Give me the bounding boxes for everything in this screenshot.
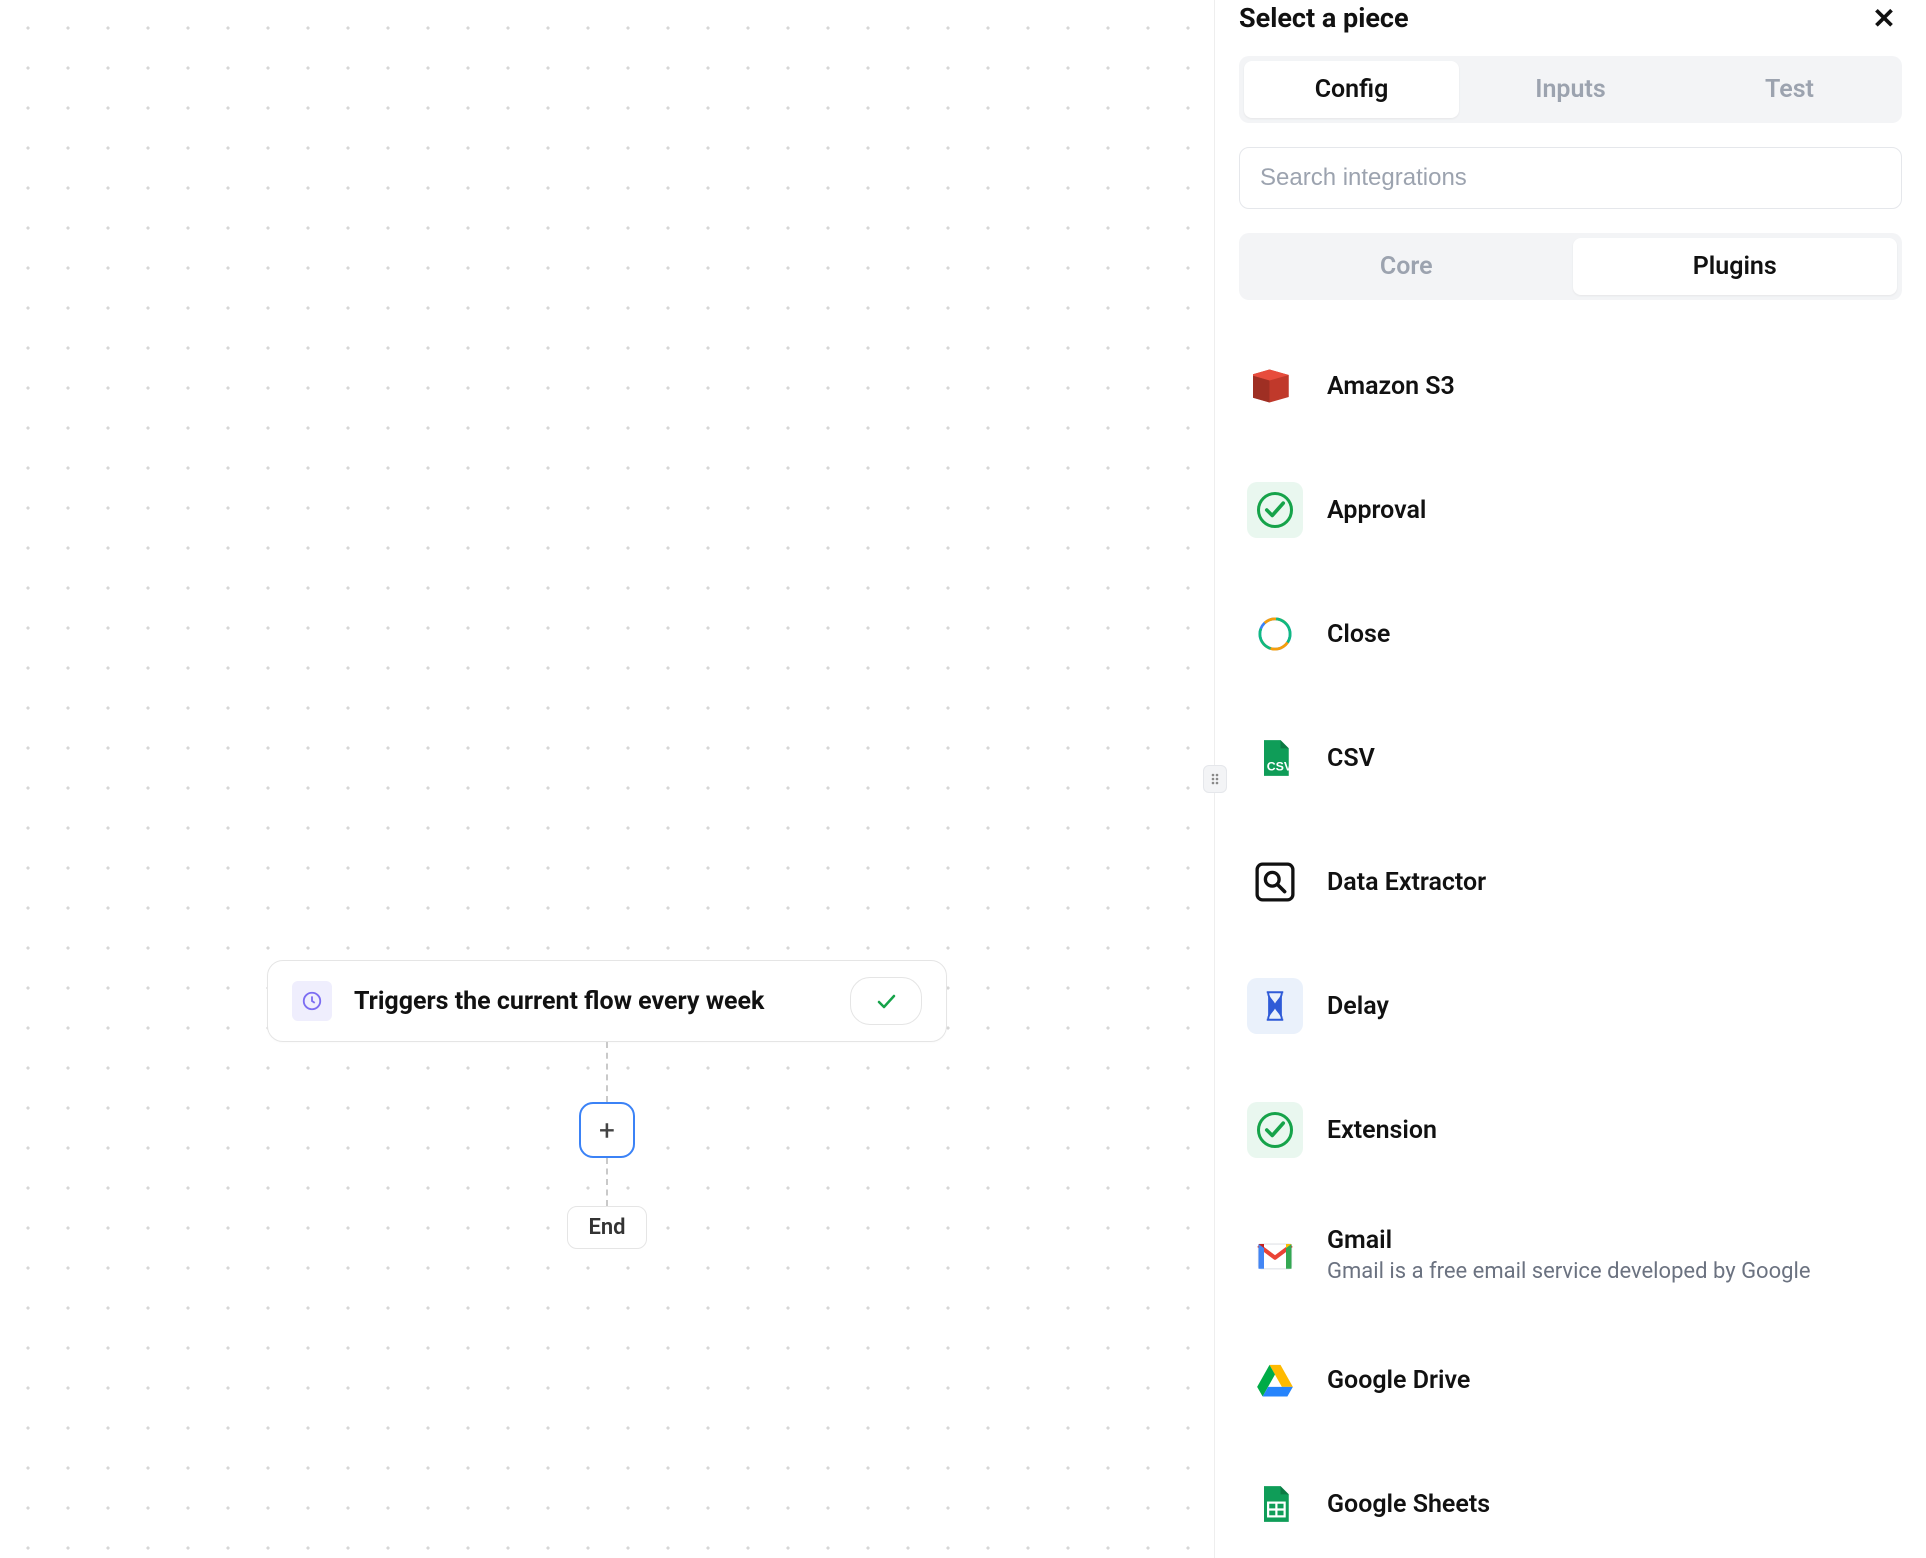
search-input[interactable]: [1239, 147, 1902, 209]
plugin-item-close[interactable]: Close: [1239, 572, 1896, 696]
plugin-item-data-extractor[interactable]: Data Extractor: [1239, 820, 1896, 944]
plugin-item-gmail[interactable]: Gmail Gmail is a free email service devel…: [1239, 1192, 1896, 1318]
plugin-name: Approval: [1327, 496, 1426, 525]
connector-line: [606, 1158, 608, 1206]
plugin-name: CSV: [1327, 744, 1375, 773]
schedule-icon: [292, 981, 332, 1021]
close-button[interactable]: ✕: [1866, 0, 1902, 36]
flow-canvas[interactable]: Triggers the current flow every week + E…: [0, 0, 1214, 1558]
google-sheets-icon: [1247, 1476, 1303, 1532]
search-container: [1239, 147, 1902, 209]
plugin-item-approval[interactable]: Approval: [1239, 448, 1896, 572]
resize-handle[interactable]: [1203, 765, 1227, 793]
add-step-button[interactable]: +: [579, 1102, 635, 1158]
panel-title: Select a piece: [1239, 2, 1409, 34]
plugin-name: Google Drive: [1327, 1366, 1470, 1395]
connector-line: [606, 1042, 608, 1102]
csv-icon: [1247, 730, 1303, 786]
plugin-name: Delay: [1327, 992, 1389, 1021]
plugin-desc: Gmail is a free email service developed …: [1327, 1259, 1811, 1284]
gmail-icon: [1247, 1227, 1303, 1283]
plugin-item-amazon-s3[interactable]: Amazon S3: [1239, 324, 1896, 448]
trigger-node-title: Triggers the current flow every week: [354, 987, 828, 1016]
plugin-item-google-drive[interactable]: Google Drive: [1239, 1318, 1896, 1442]
google-drive-icon: [1247, 1352, 1303, 1408]
plugin-name: Extension: [1327, 1116, 1437, 1145]
end-node-label: End: [588, 1215, 625, 1240]
tab-inputs[interactable]: Inputs: [1463, 61, 1678, 118]
plugin-item-csv[interactable]: CSV: [1239, 696, 1896, 820]
data-extractor-icon: [1247, 854, 1303, 910]
tab-plugins[interactable]: Plugins: [1573, 238, 1898, 295]
panel-view-tabs: Config Inputs Test: [1239, 56, 1902, 123]
close-icon: [1247, 606, 1303, 662]
trigger-status-badge: [850, 977, 922, 1025]
approval-icon: [1247, 482, 1303, 538]
plugin-item-delay[interactable]: Delay: [1239, 944, 1896, 1068]
category-tabs: Core Plugins: [1239, 233, 1902, 300]
tab-core[interactable]: Core: [1244, 238, 1569, 295]
extension-icon: [1247, 1102, 1303, 1158]
piece-picker-panel: Select a piece ✕ Config Inputs Test Core…: [1214, 0, 1926, 1558]
plugin-name: Gmail: [1327, 1226, 1811, 1255]
amazon-s3-icon: [1247, 358, 1303, 414]
plugin-item-google-sheets[interactable]: Google Sheets: [1239, 1442, 1896, 1558]
tab-config[interactable]: Config: [1244, 61, 1459, 118]
plugin-list[interactable]: Amazon S3 Approval Close CSV Data Extractor D…: [1239, 324, 1902, 1558]
plugin-name: Data Extractor: [1327, 868, 1486, 897]
plugin-name: Amazon S3: [1327, 372, 1455, 401]
delay-icon: [1247, 978, 1303, 1034]
trigger-node[interactable]: Triggers the current flow every week: [267, 960, 947, 1042]
end-node: End: [567, 1206, 646, 1249]
plus-icon: +: [599, 1114, 615, 1147]
plugin-item-extension[interactable]: Extension: [1239, 1068, 1896, 1192]
tab-test[interactable]: Test: [1682, 61, 1897, 118]
plugin-name: Close: [1327, 620, 1390, 649]
close-icon: ✕: [1872, 2, 1895, 35]
plugin-name: Google Sheets: [1327, 1490, 1490, 1519]
